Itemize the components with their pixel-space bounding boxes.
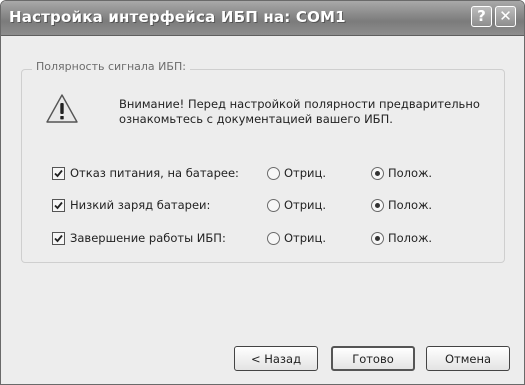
done-button[interactable]: Готово <box>331 346 415 371</box>
power-failure-negative-label: Отриц. <box>284 166 327 180</box>
close-icon: ✕ <box>499 7 512 25</box>
radio-selected-dot <box>375 203 380 208</box>
ups-shutdown-positive-label: Полож. <box>388 231 433 245</box>
ups-shutdown-checkbox[interactable] <box>52 232 65 245</box>
checkmark-icon <box>54 201 63 210</box>
close-button[interactable]: ✕ <box>495 6 516 27</box>
low-battery-positive-label: Полож. <box>388 198 433 212</box>
checkmark-icon <box>54 169 63 178</box>
power-failure-label: Отказ питания, на батарее: <box>70 166 239 180</box>
low-battery-negative-label: Отриц. <box>284 198 327 212</box>
low-battery-checkbox[interactable] <box>52 199 65 212</box>
question-icon: ? <box>477 7 486 25</box>
warning-text: Внимание! Перед настройкой полярности пр… <box>119 97 480 126</box>
power-failure-negative-radio[interactable] <box>267 167 280 180</box>
ups-shutdown-negative-radio[interactable] <box>267 232 280 245</box>
help-button[interactable]: ? <box>471 6 492 27</box>
warning-icon <box>46 94 78 123</box>
dialog-window: Настройка интерфейса ИБП на: COM1 ? ✕ По… <box>0 0 525 385</box>
low-battery-negative-radio[interactable] <box>267 199 280 212</box>
polarity-row-power-failure: Отказ питания, на батарее: Отриц. Полож. <box>1 165 524 183</box>
back-button[interactable]: < Назад <box>234 346 318 371</box>
radio-selected-dot <box>375 236 380 241</box>
ups-shutdown-positive-radio[interactable] <box>371 232 384 245</box>
ups-shutdown-negative-label: Отриц. <box>284 231 327 245</box>
power-failure-positive-label: Полож. <box>388 166 433 180</box>
ups-shutdown-label: Завершение работы ИБП: <box>70 231 226 245</box>
polarity-row-low-battery: Низкий заряд батареи: Отриц. Полож. <box>1 197 524 215</box>
low-battery-positive-radio[interactable] <box>371 199 384 212</box>
radio-selected-dot <box>375 171 380 176</box>
checkmark-icon <box>54 234 63 243</box>
power-failure-positive-radio[interactable] <box>371 167 384 180</box>
title-bar[interactable]: Настройка интерфейса ИБП на: COM1 ? ✕ <box>1 1 524 36</box>
window-title: Настройка интерфейса ИБП на: COM1 <box>9 8 346 26</box>
group-legend: Полярность сигнала ИБП: <box>32 60 190 73</box>
low-battery-label: Низкий заряд батареи: <box>70 198 211 212</box>
power-failure-checkbox[interactable] <box>52 167 65 180</box>
cancel-button[interactable]: Отмена <box>426 346 510 371</box>
polarity-row-ups-shutdown: Завершение работы ИБП: Отриц. Полож. <box>1 230 524 248</box>
